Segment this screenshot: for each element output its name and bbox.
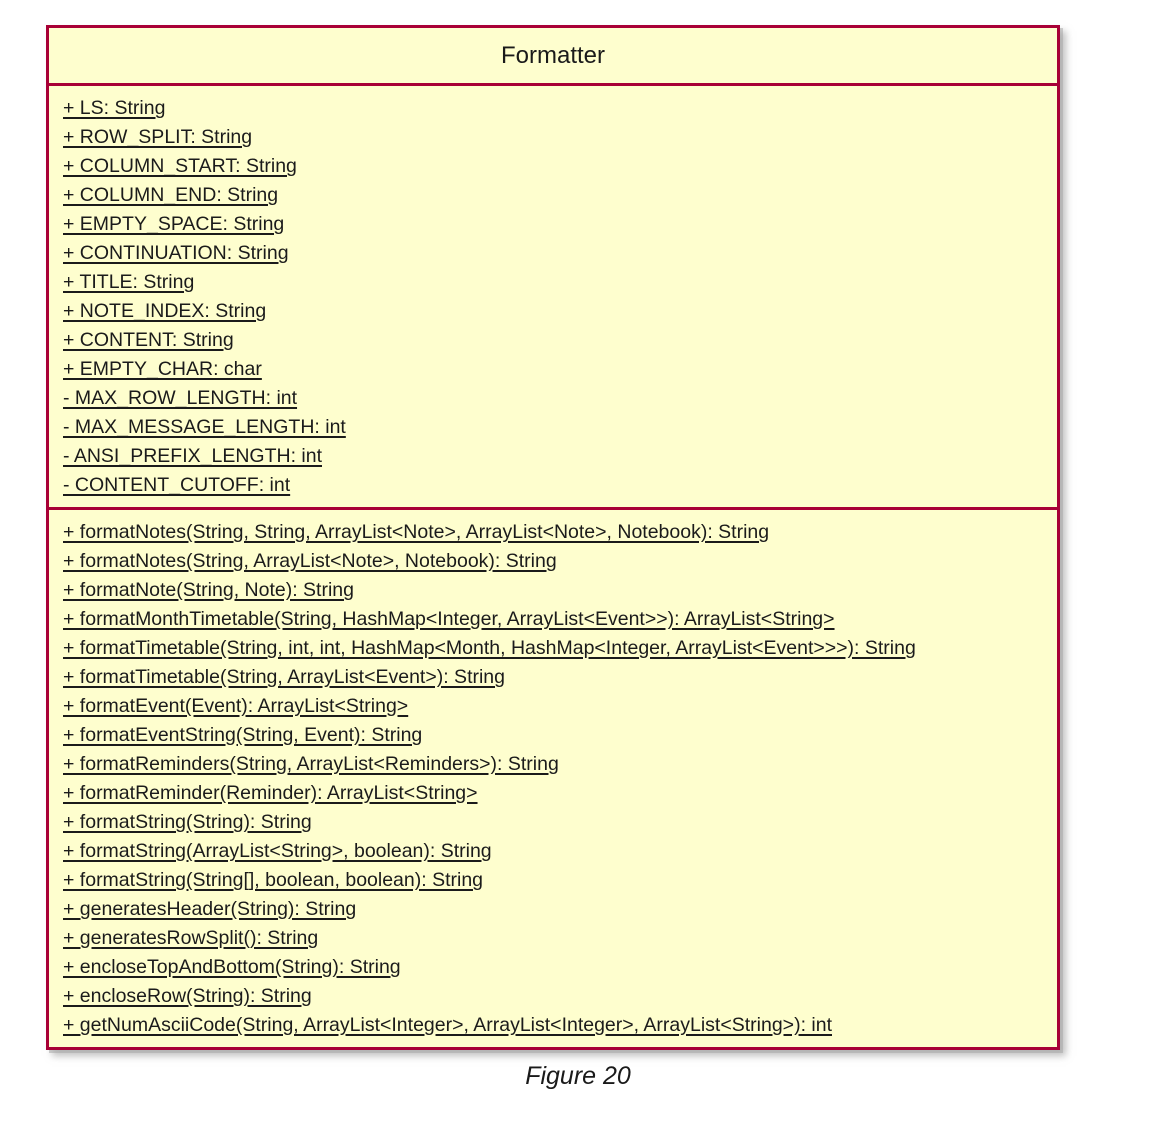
uml-attribute-row: + CONTINUATION: String [49, 239, 1057, 268]
uml-method-row: + formatMonthTimetable(String, HashMap<I… [49, 605, 1057, 634]
uml-attribute-row-text: - MAX_ROW_LENGTH: int [63, 387, 298, 409]
uml-method-row: + formatEventString(String, Event): Stri… [49, 721, 1057, 750]
uml-method-row: + generatesHeader(String): String [49, 895, 1057, 924]
uml-method-row-text: + formatString(ArrayList<String>, boolea… [63, 840, 492, 862]
figure-root: Formatter + LS: String + ROW_SPLIT: Strin… [0, 0, 1156, 1124]
uml-method-row: + encloseTopAndBottom(String): String [49, 953, 1057, 982]
uml-method-row-text: + formatEventString(String, Event): Stri… [63, 724, 423, 746]
uml-method-row-text: + formatReminders(String, ArrayList<Remi… [63, 753, 559, 775]
uml-attribute-row: + NOTE_INDEX: String [49, 297, 1057, 326]
uml-attribute-row-text: + CONTENT: String [63, 329, 234, 351]
uml-method-row: + formatEvent(Event): ArrayList<String> [49, 692, 1057, 721]
uml-method-row-text: + formatNote(String, Note): String [63, 579, 354, 601]
uml-method-row-text: + formatEvent(Event): ArrayList<String> [63, 695, 409, 717]
uml-method-row-text: + formatString(String): String [63, 811, 312, 833]
uml-attribute-row: + LS: String [49, 94, 1057, 123]
uml-attribute-row-text: - CONTENT_CUTOFF: int [63, 474, 291, 496]
uml-attribute-row: + EMPTY_SPACE: String [49, 210, 1057, 239]
figure-caption: Figure 20 [525, 1062, 631, 1090]
uml-attribute-row-text: + CONTINUATION: String [63, 242, 289, 264]
uml-method-row-text: + formatNotes(String, String, ArrayList<… [63, 521, 770, 543]
uml-method-row-text: + encloseTopAndBottom(String): String [63, 956, 401, 978]
uml-attribute-row-text: - ANSI_PREFIX_LENGTH: int [63, 445, 322, 467]
uml-attribute-row-text: + TITLE: String [63, 271, 195, 293]
uml-method-row: + formatString(String): String [49, 808, 1057, 837]
uml-method-row: + generatesRowSplit(): String [49, 924, 1057, 953]
uml-method-row-text: + encloseRow(String): String [63, 985, 312, 1007]
uml-method-row-text: + formatReminder(Reminder): ArrayList<St… [63, 782, 478, 804]
uml-attribute-row: - MAX_ROW_LENGTH: int [49, 384, 1057, 413]
uml-methods-compartment: + formatNotes(String, String, ArrayList<… [49, 510, 1057, 1047]
uml-attribute-row-text: - MAX_MESSAGE_LENGTH: int [63, 416, 346, 438]
uml-method-row: + formatTimetable(String, ArrayList<Even… [49, 663, 1057, 692]
uml-method-row-text: + generatesRowSplit(): String [63, 927, 319, 949]
uml-attribute-row-text: + NOTE_INDEX: String [63, 300, 267, 322]
uml-method-row: + formatString(String[], boolean, boolea… [49, 866, 1057, 895]
uml-attribute-row: + TITLE: String [49, 268, 1057, 297]
uml-method-row-text: + formatMonthTimetable(String, HashMap<I… [63, 608, 835, 630]
uml-method-row-text: + formatTimetable(String, ArrayList<Even… [63, 666, 505, 688]
uml-class-formatter: Formatter + LS: String + ROW_SPLIT: Strin… [46, 25, 1060, 1050]
uml-method-row-text: + getNumAsciiCode(String, ArrayList<Inte… [63, 1014, 832, 1036]
uml-method-row: + formatReminder(Reminder): ArrayList<St… [49, 779, 1057, 808]
uml-attribute-row: + EMPTY_CHAR: char [49, 355, 1057, 384]
uml-attribute-row: + COLUMN_START: String [49, 152, 1057, 181]
uml-attribute-row: + ROW_SPLIT: String [49, 123, 1057, 152]
uml-method-row: + formatNotes(String, String, ArrayList<… [49, 518, 1057, 547]
uml-method-row: + formatReminders(String, ArrayList<Remi… [49, 750, 1057, 779]
uml-attribute-row: - CONTENT_CUTOFF: int [49, 471, 1057, 500]
uml-method-row: + formatNote(String, Note): String [49, 576, 1057, 605]
uml-attribute-row-text: + ROW_SPLIT: String [63, 126, 253, 148]
uml-attribute-row-text: + COLUMN_END: String [63, 184, 279, 206]
uml-attribute-row-text: + LS: String [63, 97, 166, 119]
uml-class-name: Formatter [49, 28, 1057, 86]
uml-method-row: + formatString(ArrayList<String>, boolea… [49, 837, 1057, 866]
uml-method-row: + formatTimetable(String, int, int, Hash… [49, 634, 1057, 663]
uml-attribute-row: - MAX_MESSAGE_LENGTH: int [49, 413, 1057, 442]
uml-attributes-compartment: + LS: String + ROW_SPLIT: String + COLUMN_… [49, 86, 1057, 510]
uml-method-row: + formatNotes(String, ArrayList<Note>, N… [49, 547, 1057, 576]
uml-attribute-row-text: + EMPTY_SPACE: String [63, 213, 285, 235]
uml-method-row-text: + formatTimetable(String, int, int, Hash… [63, 637, 916, 659]
uml-method-row-text: + formatString(String[], boolean, boolea… [63, 869, 484, 891]
uml-attribute-row: - ANSI_PREFIX_LENGTH: int [49, 442, 1057, 471]
uml-method-row: + encloseRow(String): String [49, 982, 1057, 1011]
uml-method-row: + getNumAsciiCode(String, ArrayList<Inte… [49, 1011, 1057, 1040]
uml-attribute-row-text: + COLUMN_START: String [63, 155, 297, 177]
uml-attribute-row: + CONTENT: String [49, 326, 1057, 355]
uml-method-row-text: + generatesHeader(String): String [63, 898, 357, 920]
uml-attribute-row-text: + EMPTY_CHAR: char [63, 358, 262, 380]
uml-method-row-text: + formatNotes(String, ArrayList<Note>, N… [63, 550, 557, 572]
uml-attribute-row: + COLUMN_END: String [49, 181, 1057, 210]
